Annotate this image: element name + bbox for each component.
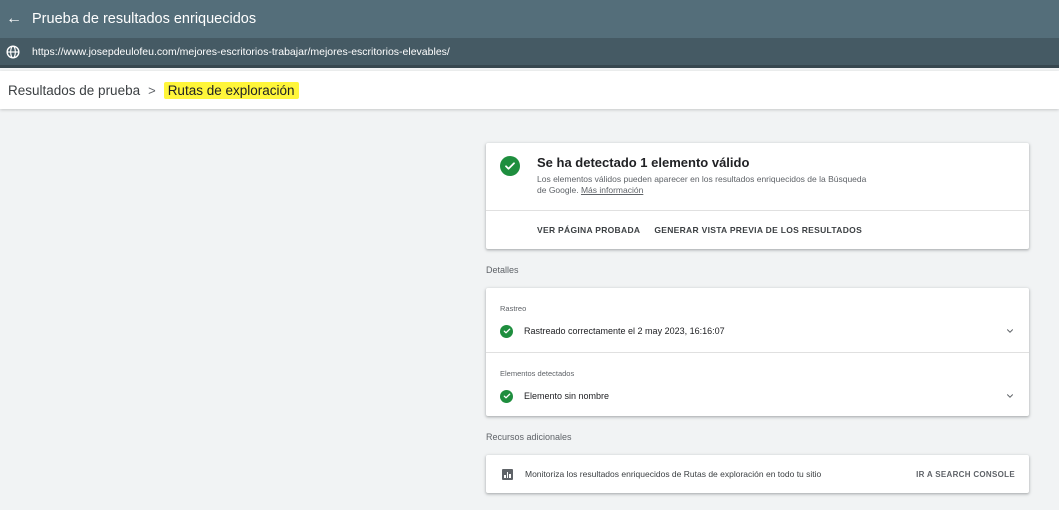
resources-card: Monitoriza los resultados enriquecidos d… [486, 455, 1029, 493]
details-card: Rastreo Rastreado correctamente el 2 may… [486, 288, 1029, 416]
crawl-status: Rastreado correctamente el 2 may 2023, 1… [524, 326, 725, 336]
summary-description: Los elementos válidos pueden aparecer en… [537, 174, 867, 196]
preview-results-button[interactable]: GENERAR VISTA PREVIA DE LOS RESULTADOS [654, 225, 862, 235]
check-circle-icon [500, 324, 513, 338]
summary-card: Se ha detectado 1 elemento válido Los el… [486, 143, 1029, 249]
check-circle-icon [500, 156, 520, 176]
breadcrumb: Resultados de prueba > Rutas de explorac… [0, 71, 1059, 109]
breadcrumb-current: Rutas de exploración [163, 81, 299, 99]
detected-items-group: Elementos detectados Elemento sin nombre [486, 352, 1029, 416]
arrow-left-icon[interactable]: ← [0, 10, 28, 28]
detected-item-row[interactable]: Elemento sin nombre [500, 389, 1015, 403]
crawl-label: Rastreo [500, 304, 527, 313]
chevron-down-icon[interactable] [1005, 391, 1015, 401]
resources-text: Monitoriza los resultados enriquecidos d… [525, 469, 822, 479]
detected-item-name: Elemento sin nombre [524, 391, 610, 401]
details-label: Detalles [486, 265, 519, 275]
resources-label: Recursos adicionales [486, 432, 572, 442]
check-circle-icon [500, 389, 513, 403]
breadcrumb-separator: > [148, 82, 156, 98]
globe-icon [6, 44, 20, 59]
crawl-group: Rastreo Rastreado correctamente el 2 may… [486, 288, 1029, 352]
url-bar: https://www.josepdeulofeu.com/mejores-es… [0, 38, 1059, 68]
breadcrumb-parent[interactable]: Resultados de prueba [8, 83, 140, 98]
summary-heading: Se ha detectado 1 elemento válido [537, 155, 750, 170]
chevron-down-icon[interactable] [1005, 326, 1015, 336]
crawl-row[interactable]: Rastreado correctamente el 2 may 2023, 1… [500, 324, 1015, 338]
view-tested-page-button[interactable]: VER PÁGINA PROBADA [537, 225, 640, 235]
detected-items-label: Elementos detectados [500, 369, 575, 378]
bar-chart-icon [502, 468, 513, 480]
app-title: Prueba de resultados enriquecidos [32, 11, 257, 27]
learn-more-link[interactable]: Más información [581, 185, 643, 195]
search-console-link[interactable]: IR A SEARCH CONSOLE [916, 470, 1015, 479]
app-header: ← Prueba de resultados enriquecidos [0, 0, 1059, 38]
tested-url[interactable]: https://www.josepdeulofeu.com/mejores-es… [32, 46, 450, 58]
